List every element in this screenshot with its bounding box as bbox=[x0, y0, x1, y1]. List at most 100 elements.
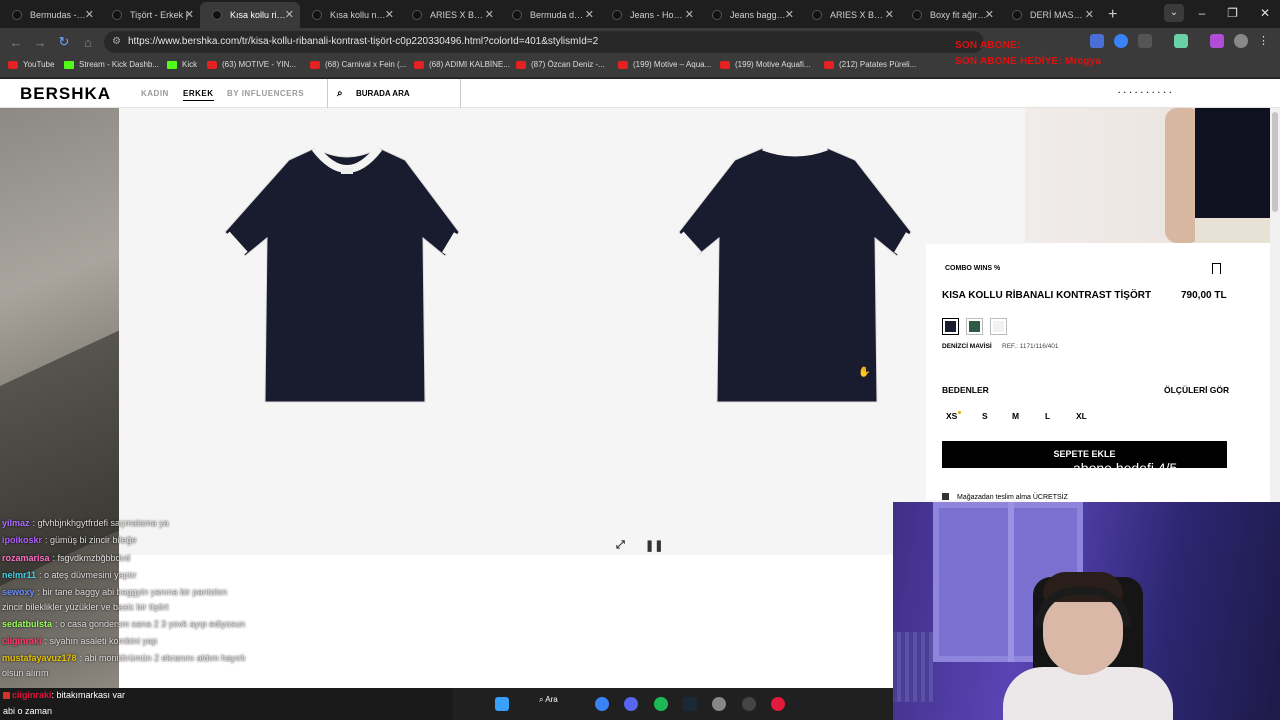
tab-search-icon[interactable]: ⌄ bbox=[1164, 4, 1184, 22]
browser-tab[interactable]: Jeans - Hombr ✕ bbox=[600, 2, 700, 28]
new-tab-icon[interactable]: + bbox=[1108, 6, 1117, 24]
bookmark-item[interactable]: (212) Patates Püreli... bbox=[824, 60, 916, 69]
discord-icon[interactable] bbox=[624, 697, 638, 711]
profile-icon[interactable] bbox=[1234, 34, 1248, 48]
store-pickup-info: Mağazadan teslim alma ÜCRETSİZ bbox=[942, 493, 1068, 501]
close-tab-icon[interactable]: ✕ bbox=[85, 8, 94, 21]
close-tab-icon[interactable]: ✕ bbox=[1085, 8, 1094, 21]
sizes-heading: BEDENLER bbox=[942, 385, 989, 395]
bookmark-item[interactable]: (63) MOTIVE - YIN... bbox=[207, 60, 296, 69]
taskbar-search[interactable]: ⌕ Ara bbox=[539, 695, 558, 705]
size-s[interactable]: S bbox=[982, 411, 988, 421]
bookmark-item[interactable]: (199) Motive – Aqua... bbox=[618, 60, 711, 69]
bookmark-item[interactable]: (68) ADIMI KALBİNE... bbox=[414, 60, 510, 69]
browser-tab[interactable]: DERİ MASKELİ ✕ bbox=[1000, 2, 1100, 28]
close-tab-icon[interactable]: ✕ bbox=[885, 8, 894, 21]
chat-message: zincir bileklikler yüzükler ve basic bir… bbox=[2, 602, 169, 612]
close-tab-icon[interactable]: ✕ bbox=[385, 8, 394, 21]
reload-icon[interactable]: ↻ bbox=[52, 34, 76, 50]
size-xs[interactable]: XS bbox=[946, 411, 962, 421]
chat-latest: ciiginraki: bitakımarkası var abi o zama… bbox=[0, 688, 453, 720]
size-guide-link[interactable]: ÖLÇÜLERİ GÖR bbox=[1164, 385, 1229, 395]
color-swatch-white[interactable] bbox=[990, 318, 1007, 335]
account-links[interactable]: · · · · · · · · · · bbox=[1118, 88, 1172, 97]
forward-icon[interactable]: → bbox=[28, 35, 52, 50]
browser-tab[interactable]: Jeans baggy Al ✕ bbox=[700, 2, 800, 28]
bookmark-item[interactable]: (87) Özcan Deniz -... bbox=[516, 60, 605, 69]
lab-icon[interactable] bbox=[1174, 34, 1188, 48]
size-xl[interactable]: XL bbox=[1076, 411, 1087, 421]
tshirt-front-image[interactable] bbox=[224, 145, 461, 403]
site-search[interactable]: ⌕ BURADA ARA bbox=[327, 79, 461, 108]
close-tab-icon[interactable]: ✕ bbox=[585, 8, 594, 21]
address-url: https://www.bershka.com/tr/kisa-kollu-ri… bbox=[128, 36, 599, 47]
browser-tab[interactable]: Kısa kollu nakış ✕ bbox=[300, 2, 400, 28]
browser-tab[interactable]: Boxy fit ağır t-s ✕ bbox=[900, 2, 1000, 28]
site-info-icon[interactable]: ⚙ bbox=[112, 31, 121, 53]
chat-line: yilmaz: gfvhbjnkhgytfrdefi saçmalama ya bbox=[2, 518, 169, 528]
browser-tab[interactable]: Kısa kollu ribanı ✕ bbox=[200, 2, 300, 28]
close-window-icon[interactable]: ✕ bbox=[1260, 6, 1270, 20]
address-bar[interactable]: ⚙ https://www.bershka.com/tr/kisa-kollu-… bbox=[104, 31, 984, 53]
app-icon[interactable] bbox=[742, 697, 756, 711]
app-icon[interactable] bbox=[771, 697, 785, 711]
close-tab-icon[interactable]: ✕ bbox=[185, 8, 194, 21]
bookmark-item[interactable]: Stream - Kick Dashb... bbox=[64, 60, 159, 69]
close-tab-icon[interactable]: ✕ bbox=[785, 8, 794, 21]
extension-icon[interactable] bbox=[1210, 34, 1224, 48]
chat-username: sedatbulsta bbox=[2, 619, 53, 629]
minimize-icon[interactable]: – bbox=[1198, 6, 1205, 20]
steam-icon[interactable] bbox=[683, 697, 697, 711]
site-logo[interactable]: BERSHKA bbox=[20, 84, 111, 104]
bookmark-item[interactable]: Kick bbox=[167, 60, 197, 69]
tab-favicon-icon bbox=[212, 10, 222, 20]
chat-line: zincir bileklikler yüzükler ve basic bir… bbox=[2, 602, 169, 612]
browser-tab[interactable]: ARIES X BERSH✕ bbox=[800, 2, 900, 28]
nav-kadin[interactable]: KADIN bbox=[141, 89, 169, 98]
start-icon[interactable] bbox=[495, 697, 509, 711]
tab-favicon-icon bbox=[12, 10, 22, 20]
browser-tab[interactable]: ARIES X BERSH✕ bbox=[400, 2, 500, 28]
tshirt-back-image[interactable] bbox=[678, 145, 913, 403]
search-placeholder: BURADA ARA bbox=[356, 89, 410, 98]
chat-message: : bir tane baggy abi baggyin yanına bir … bbox=[37, 587, 228, 597]
fullscreen-icon[interactable]: ⤢ bbox=[616, 539, 625, 552]
back-icon[interactable]: ← bbox=[4, 35, 28, 50]
browser-tab[interactable]: Bermuda deniz ✕ bbox=[500, 2, 600, 28]
browser-app-icon[interactable] bbox=[595, 697, 609, 711]
color-swatch-navy[interactable] bbox=[942, 318, 959, 335]
chat-line: sedatbulsta: o casa gondersm sana 2 3 yo… bbox=[2, 619, 245, 629]
page-blank-area bbox=[454, 555, 894, 688]
size-l[interactable]: L bbox=[1045, 411, 1050, 421]
last-sub-overlay: SON ABONE: bbox=[955, 40, 1021, 51]
extension-icon[interactable] bbox=[1090, 34, 1104, 48]
close-tab-icon[interactable]: ✕ bbox=[685, 8, 694, 21]
close-tab-icon[interactable]: ✕ bbox=[285, 8, 294, 21]
tab-favicon-icon bbox=[612, 10, 622, 20]
bookmark-item[interactable]: (68) Carnival x Fein (... bbox=[310, 60, 406, 69]
youtube-icon bbox=[720, 60, 730, 69]
spotify-icon[interactable] bbox=[654, 697, 668, 711]
browser-tab[interactable]: Bermudas - Ho ✕ bbox=[0, 2, 100, 28]
extensions-puzzle-icon[interactable] bbox=[1138, 34, 1152, 48]
size-m[interactable]: M bbox=[1012, 411, 1019, 421]
menu-icon[interactable]: ⋮ bbox=[1258, 34, 1272, 48]
browser-tab[interactable]: Tişört - Erkek | ✕ bbox=[100, 2, 200, 28]
bookmark-icon[interactable] bbox=[1212, 263, 1221, 274]
chat-line: mustafayavuz178: abi monitörümün 2 ekran… bbox=[2, 653, 246, 663]
nav-erkek[interactable]: ERKEK bbox=[183, 89, 214, 101]
bookmark-item[interactable]: (199) Motive Aquafi... bbox=[720, 60, 811, 69]
bookmark-item[interactable]: YouTube bbox=[8, 60, 54, 69]
home-icon[interactable]: ⌂ bbox=[76, 35, 100, 50]
windows-taskbar: ⌕ Ara bbox=[453, 688, 893, 720]
color-swatch-green[interactable] bbox=[966, 318, 983, 335]
close-tab-icon[interactable]: ✕ bbox=[485, 8, 494, 21]
chat-message: olsun alırım bbox=[2, 668, 49, 678]
extension-icon[interactable] bbox=[1114, 34, 1128, 48]
nav-by-influencers[interactable]: BY INFLUENCERS bbox=[227, 89, 304, 98]
close-tab-icon[interactable]: ✕ bbox=[985, 8, 994, 21]
settings-icon[interactable] bbox=[712, 697, 726, 711]
chat-username: mustafayavuz178 bbox=[2, 653, 77, 663]
pause-icon[interactable]: ❚❚ bbox=[645, 539, 663, 552]
maximize-icon[interactable]: ❐ bbox=[1227, 6, 1238, 20]
